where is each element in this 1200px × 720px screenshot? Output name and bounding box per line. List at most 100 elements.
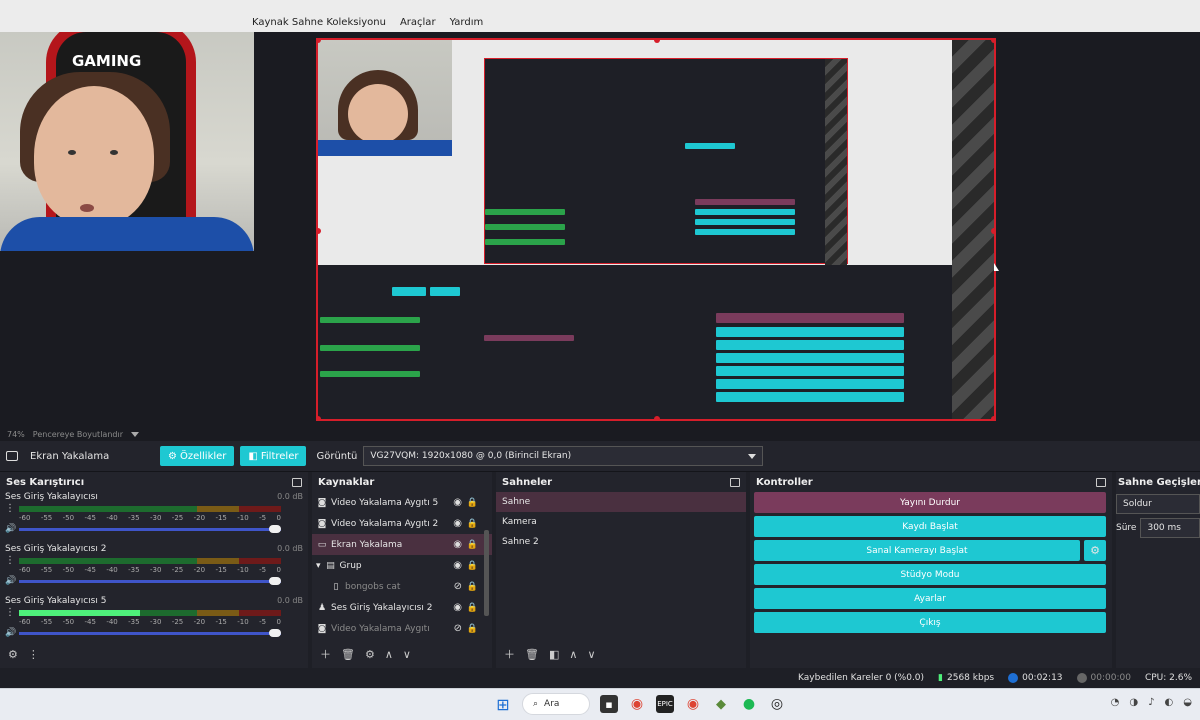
preview-canvas[interactable] [316, 38, 996, 421]
resize-handle[interactable] [991, 40, 994, 43]
speaker-icon[interactable]: 🔊 [5, 576, 16, 586]
undock-icon[interactable] [292, 477, 302, 487]
lock-icon[interactable]: 🔒 [467, 624, 478, 634]
advanced-audio-icon[interactable]: ⚙ [8, 648, 18, 661]
duration-input[interactable]: 300 ms [1140, 518, 1200, 538]
meter-scale-tick: -50 [62, 566, 75, 574]
eye-icon[interactable]: ◉ [453, 497, 462, 508]
controls-title: Kontroller [756, 476, 813, 488]
chevron-down-icon[interactable]: ▾ [316, 561, 321, 571]
lock-icon[interactable]: 🔒 [467, 540, 478, 550]
source-item[interactable]: ▾ ▤ Grup ◉ 🔒 [312, 555, 492, 576]
undock-icon[interactable] [730, 477, 740, 487]
preview-area[interactable]: GAMING [0, 32, 1200, 427]
source-item[interactable]: ▭ Ekran Yakalama ◉ 🔒 [312, 534, 492, 555]
remove-scene-icon[interactable]: 🗑 [525, 648, 539, 661]
tray-wifi-icon[interactable]: ◔ [1111, 697, 1120, 708]
chrome-icon[interactable]: ◉ [628, 695, 646, 713]
filters-button[interactable]: ◧ Filtreler [240, 446, 307, 466]
source-properties-icon[interactable]: ⚙ [365, 648, 375, 661]
sources-scrollbar[interactable] [484, 530, 489, 616]
start-virtual-cam-button[interactable]: Sanal Kamerayı Başlat [754, 540, 1080, 561]
tray-steam-icon[interactable]: ◐ [1165, 697, 1174, 708]
speaker-icon[interactable]: 🔊 [5, 524, 16, 534]
obs-icon[interactable]: ◎ [768, 695, 786, 713]
source-item[interactable]: ◙ Video Yakalama Aygıtı 2 ◉ 🔒 [312, 513, 492, 534]
meter-scale: -60 -55 -50 -45 -40 -35 -30 -25 -20 -15 -10 -5 0 [19, 618, 281, 626]
slider-knob[interactable] [269, 576, 281, 585]
eye-hidden-icon[interactable]: ⊘ [454, 581, 462, 592]
windows-start-icon[interactable]: ⊞ [494, 695, 512, 714]
channel-menu-icon[interactable]: ⋮ [5, 504, 15, 514]
scene-item[interactable]: Kamera [496, 512, 746, 532]
meter-scale-tick: -25 [171, 566, 184, 574]
chevron-down-icon[interactable] [130, 431, 139, 437]
move-down-icon[interactable]: ∨ [403, 648, 411, 661]
settings-button[interactable]: Ayarlar [754, 588, 1106, 609]
properties-button[interactable]: ⚙ Özellikler [160, 446, 235, 466]
tray-mic-icon[interactable]: ♪ [1148, 697, 1154, 708]
taskbar-search[interactable]: ⌕ Ara [522, 693, 590, 715]
speaker-icon[interactable]: 🔊 [5, 628, 16, 638]
eye-icon[interactable]: ◉ [453, 518, 462, 529]
scene-item[interactable]: Sahne 2 [496, 532, 746, 552]
zoom-fit-label[interactable]: Pencereye Boyutlandır [33, 430, 123, 439]
source-item[interactable]: ◙ Video Yakalama Aygıtı 5 ◉ 🔒 [312, 492, 492, 513]
studio-mode-button[interactable]: Stüdyo Modu [754, 564, 1106, 585]
meter-scale-tick: -20 [193, 618, 206, 626]
eye-icon[interactable]: ◉ [453, 539, 462, 550]
eye-icon[interactable]: ◉ [453, 602, 462, 613]
move-up-icon[interactable]: ∧ [385, 648, 393, 661]
resize-handle[interactable] [991, 228, 994, 234]
add-source-icon[interactable]: ＋ [320, 646, 331, 662]
resize-handle[interactable] [318, 416, 321, 419]
minecraft-icon[interactable]: ◆ [712, 695, 730, 713]
volume-slider[interactable] [19, 524, 281, 533]
lock-icon[interactable]: 🔒 [467, 561, 478, 571]
task-view-icon[interactable]: ▪ [600, 695, 618, 713]
webcam-overlay: GAMING [0, 32, 254, 251]
more-menu-icon[interactable]: ⋮ [28, 648, 39, 661]
channel-menu-icon[interactable]: ⋮ [5, 608, 15, 618]
menu-bar: Kaynak Sahne Koleksiyonu Araçlar Yardım [0, 0, 1200, 32]
exit-button[interactable]: Çıkış [754, 612, 1106, 633]
lock-icon[interactable]: 🔒 [467, 519, 478, 529]
transition-type-select[interactable]: Soldur [1116, 494, 1200, 514]
channel-menu-icon[interactable]: ⋮ [5, 556, 15, 566]
slider-knob[interactable] [269, 524, 281, 533]
tray-volume-icon[interactable]: ◑ [1129, 697, 1138, 708]
source-item[interactable]: ▯ bongobs cat ⊘ 🔒 [312, 576, 492, 597]
scene-item[interactable]: Sahne [496, 492, 746, 512]
virtual-cam-settings-icon[interactable]: ⚙ [1084, 540, 1106, 561]
eye-hidden-icon[interactable]: ⊘ [454, 623, 462, 634]
move-up-icon[interactable]: ∧ [569, 648, 577, 661]
source-item[interactable]: ◙ Video Yakalama Aygıtı ⊘ 🔒 [312, 618, 492, 639]
undock-icon[interactable] [1096, 477, 1106, 487]
menu-help[interactable]: Yardım [450, 17, 484, 28]
lock-icon[interactable]: 🔒 [467, 582, 478, 592]
resize-handle[interactable] [654, 416, 660, 419]
tray-discord-icon[interactable]: ◒ [1183, 697, 1192, 708]
stop-stream-button[interactable]: Yayını Durdur [754, 492, 1106, 513]
epic-games-icon[interactable]: EPIC [656, 695, 674, 713]
add-scene-icon[interactable]: ＋ [504, 646, 515, 662]
eye-icon[interactable]: ◉ [453, 560, 462, 571]
monitor-icon [6, 451, 18, 461]
menu-scene-collection[interactable]: Kaynak Sahne Koleksiyonu [252, 17, 386, 28]
lock-icon[interactable]: 🔒 [467, 603, 478, 613]
move-down-icon[interactable]: ∨ [587, 648, 595, 661]
meter-scale-tick: -55 [40, 566, 53, 574]
menu-tools[interactable]: Araçlar [400, 17, 436, 28]
volume-slider[interactable] [19, 628, 281, 637]
source-item[interactable]: ♟ Ses Giriş Yakalayıcısı 2 ◉ 🔒 [312, 597, 492, 618]
spotify-icon[interactable]: ● [740, 695, 758, 713]
lock-icon[interactable]: 🔒 [467, 498, 478, 508]
remove-source-icon[interactable]: 🗑 [341, 648, 355, 661]
display-select[interactable]: VG27VQM: 1920x1080 @ 0,0 (Birincil Ekran… [363, 446, 764, 466]
scene-filter-icon[interactable]: ◧ [549, 648, 559, 661]
resize-handle[interactable] [991, 416, 994, 419]
slider-knob[interactable] [269, 628, 281, 637]
chrome-profile-icon[interactable]: ◉ [684, 695, 702, 713]
volume-slider[interactable] [19, 576, 281, 585]
start-record-button[interactable]: Kaydı Başlat [754, 516, 1106, 537]
